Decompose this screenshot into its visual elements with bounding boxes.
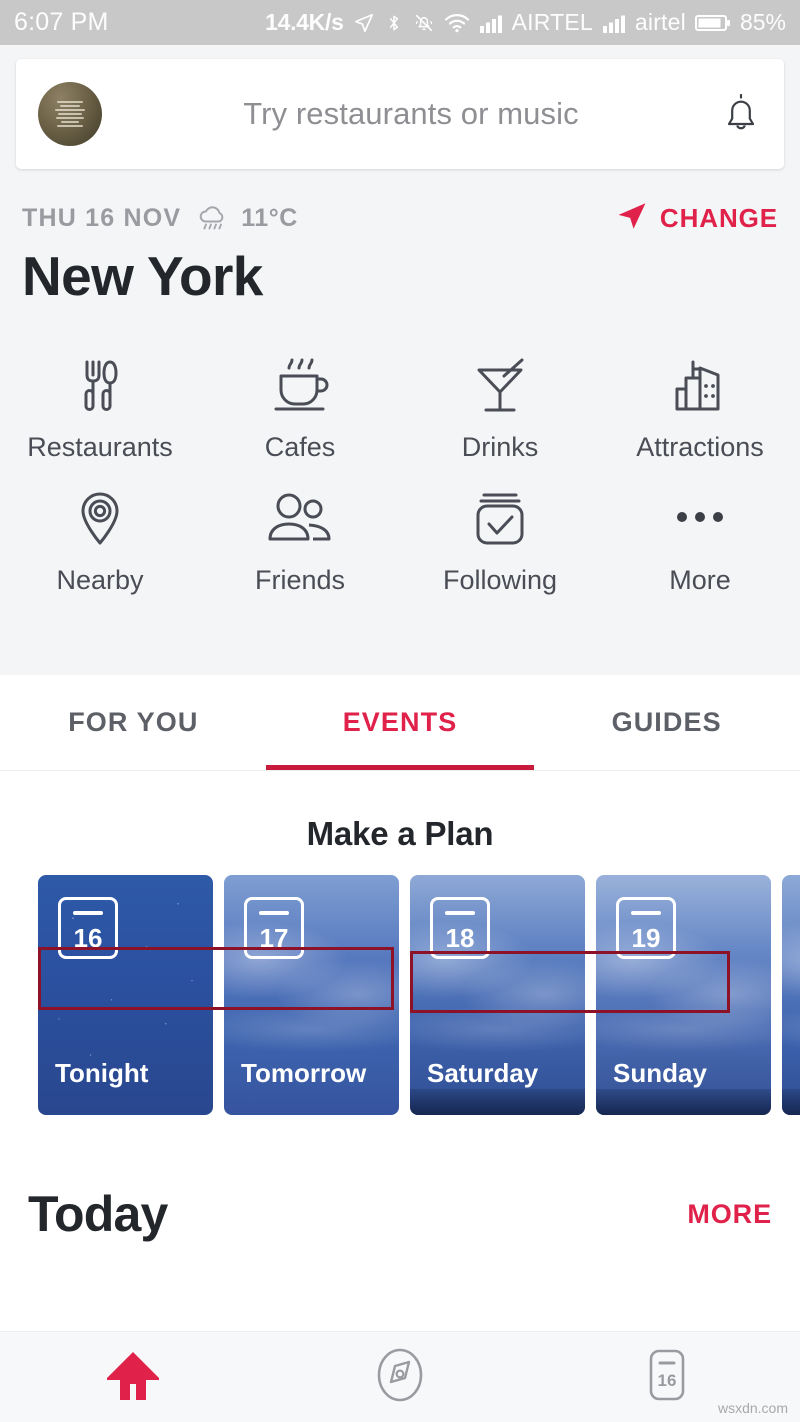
plan-card-tomorrow[interactable]: 17 Tomorrow bbox=[224, 875, 399, 1115]
calendar-date-badge: 18 bbox=[430, 897, 490, 959]
plan-card-sunday[interactable]: 19 Sunday bbox=[596, 875, 771, 1115]
plan-card-label: Tomorrow bbox=[241, 1058, 367, 1088]
nav-explore[interactable] bbox=[267, 1332, 534, 1422]
coffee-cup-icon bbox=[267, 356, 333, 418]
category-label: Attractions bbox=[636, 432, 764, 462]
carrier-label-1: AIRTEL bbox=[511, 9, 593, 35]
change-location-button[interactable]: CHANGE bbox=[615, 199, 778, 238]
avatar-image-content bbox=[48, 90, 92, 138]
mute-bell-icon bbox=[413, 12, 435, 34]
explore-compass-icon bbox=[373, 1346, 427, 1409]
category-label: Restaurants bbox=[27, 432, 173, 462]
today-heading: Today bbox=[28, 1186, 168, 1242]
location-arrow-icon bbox=[353, 12, 375, 34]
bookmark-check-icon bbox=[470, 489, 530, 551]
status-time: 6:07 PM bbox=[14, 8, 109, 36]
plan-card-label: Sunday bbox=[613, 1058, 707, 1088]
card-background-clouds bbox=[782, 918, 800, 1058]
app-root: 6:07 PM 14.4K/s AIRTEL airtel 85% Try re… bbox=[0, 0, 800, 1422]
category-label: Following bbox=[442, 565, 558, 595]
network-speed-label: 14.4K/s bbox=[265, 9, 344, 35]
signal-bars-icon-2 bbox=[602, 13, 626, 33]
calendar-16-icon: 16 bbox=[641, 1346, 693, 1409]
category-cafes[interactable]: Cafes bbox=[200, 356, 400, 463]
calendar-top-bar bbox=[259, 911, 289, 915]
carrier-label-2: airtel bbox=[634, 9, 686, 35]
battery-percent-label: 85% bbox=[739, 9, 786, 35]
category-friends[interactable]: Friends bbox=[200, 489, 400, 596]
location-row: THU 16 NOV 11°C CHANGE bbox=[22, 199, 778, 238]
make-a-plan-heading: Make a Plan bbox=[306, 815, 494, 852]
tab-for-you[interactable]: FOR YOU bbox=[0, 675, 267, 770]
temperature-label: 11°C bbox=[241, 204, 298, 232]
wifi-icon bbox=[444, 12, 470, 34]
buildings-icon bbox=[669, 356, 731, 418]
bottom-navigation: 16 bbox=[0, 1331, 800, 1422]
nav-home[interactable] bbox=[0, 1332, 267, 1422]
calendar-top-bar bbox=[445, 911, 475, 915]
card-background-ridge bbox=[410, 1089, 585, 1115]
calendar-date-number: 19 bbox=[631, 923, 661, 953]
category-label: Nearby bbox=[56, 565, 144, 595]
main-content: Make a Plan 16 Tonight 17 Tomorrow 18 Sa… bbox=[0, 771, 800, 1243]
calendar-date-number: 18 bbox=[445, 923, 475, 953]
calendar-top-bar bbox=[73, 911, 103, 915]
today-section-header: Today MORE bbox=[0, 1115, 800, 1243]
category-attractions[interactable]: Attractions bbox=[600, 356, 800, 463]
tab-guides[interactable]: GUIDES bbox=[533, 675, 800, 770]
watermark: wsxdn.com bbox=[717, 1400, 788, 1416]
status-indicators: 14.4K/s AIRTEL airtel 85% bbox=[265, 9, 786, 36]
status-bar: 6:07 PM 14.4K/s AIRTEL airtel 85% bbox=[0, 0, 800, 45]
calendar-date-badge: 16 bbox=[58, 897, 118, 959]
search-input[interactable]: Try restaurants or music bbox=[102, 96, 720, 132]
search-bar[interactable]: Try restaurants or music bbox=[16, 59, 784, 169]
tab-bar: FOR YOU EVENTS GUIDES bbox=[0, 675, 800, 771]
people-icon bbox=[265, 489, 335, 551]
rain-cloud-icon bbox=[195, 203, 231, 235]
plan-card-next-partial[interactable] bbox=[782, 875, 800, 1115]
plan-card-label: Tonight bbox=[55, 1058, 149, 1088]
battery-icon bbox=[694, 13, 731, 33]
navigation-arrow-icon bbox=[615, 199, 649, 238]
ellipsis-icon bbox=[669, 489, 731, 551]
calendar-date-badge: 19 bbox=[616, 897, 676, 959]
calendar-date-number: 17 bbox=[259, 923, 289, 953]
card-background-ridge bbox=[596, 1089, 771, 1115]
calendar-date-number: 16 bbox=[73, 923, 103, 953]
category-label: Cafes bbox=[264, 432, 336, 462]
tab-events[interactable]: EVENTS bbox=[267, 675, 534, 770]
category-more[interactable]: More bbox=[600, 489, 800, 596]
header-zone: Try restaurants or music THU 16 NOV 11°C bbox=[0, 45, 800, 675]
card-background-ridge bbox=[782, 1089, 800, 1115]
category-drinks[interactable]: Drinks bbox=[400, 356, 600, 463]
bluetooth-icon bbox=[384, 12, 404, 34]
category-following[interactable]: Following bbox=[400, 489, 600, 596]
current-date-label: THU 16 NOV bbox=[22, 204, 182, 232]
category-label: Friends bbox=[254, 565, 346, 595]
calendar-top-bar bbox=[631, 911, 661, 915]
category-label: Drinks bbox=[461, 432, 539, 462]
category-nearby[interactable]: Nearby bbox=[0, 489, 200, 596]
category-restaurants[interactable]: Restaurants bbox=[0, 356, 200, 463]
change-label: CHANGE bbox=[659, 203, 778, 233]
today-more-button[interactable]: MORE bbox=[687, 1199, 772, 1230]
svg-text:16: 16 bbox=[657, 1371, 676, 1390]
category-label: More bbox=[669, 565, 731, 595]
notification-bell-icon[interactable] bbox=[720, 91, 762, 137]
fork-knife-icon bbox=[70, 356, 130, 418]
user-avatar[interactable] bbox=[38, 82, 102, 146]
signal-bars-icon-1 bbox=[479, 13, 503, 33]
plan-card-tonight[interactable]: 16 Tonight bbox=[38, 875, 213, 1115]
cocktail-glass-icon bbox=[470, 356, 530, 418]
plan-card-carousel[interactable]: 16 Tonight 17 Tomorrow 18 Saturday 19 Su… bbox=[0, 875, 800, 1115]
map-pin-target-icon bbox=[72, 489, 128, 551]
calendar-date-badge: 17 bbox=[244, 897, 304, 959]
home-icon bbox=[103, 1348, 163, 1407]
plan-card-saturday[interactable]: 18 Saturday bbox=[410, 875, 585, 1115]
page-title: New York bbox=[22, 245, 263, 307]
category-grid: Restaurants Cafes Drinks Attractions Nea… bbox=[0, 356, 800, 596]
plan-card-label: Saturday bbox=[427, 1058, 539, 1088]
